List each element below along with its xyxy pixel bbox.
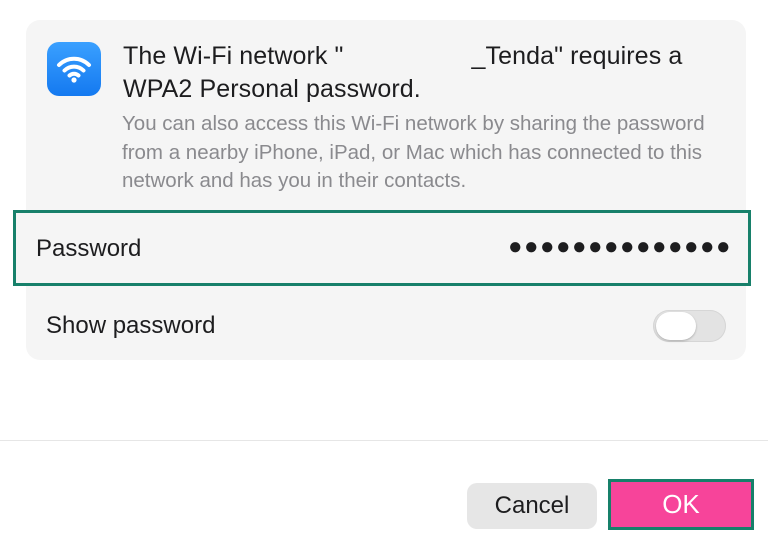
- ok-button[interactable]: OK: [608, 479, 754, 530]
- dialog-title-prefix: The Wi-Fi network ": [123, 42, 344, 70]
- wifi-icon: [47, 42, 101, 96]
- password-input[interactable]: ●●●●●●●●●●●●●●: [508, 233, 732, 261]
- password-label: Password: [36, 235, 142, 262]
- show-password-label: Show password: [46, 312, 216, 339]
- show-password-toggle[interactable]: [653, 310, 726, 342]
- cancel-button[interactable]: Cancel: [467, 483, 597, 529]
- toggle-knob: [656, 312, 696, 340]
- dialog-description: You can also access this Wi-Fi network b…: [122, 112, 705, 192]
- password-field-row[interactable]: Password ●●●●●●●●●●●●●●: [13, 210, 751, 286]
- footer-divider: [0, 440, 768, 441]
- dialog-title: The Wi-Fi network " _Tenda" requires a WP…: [123, 40, 723, 106]
